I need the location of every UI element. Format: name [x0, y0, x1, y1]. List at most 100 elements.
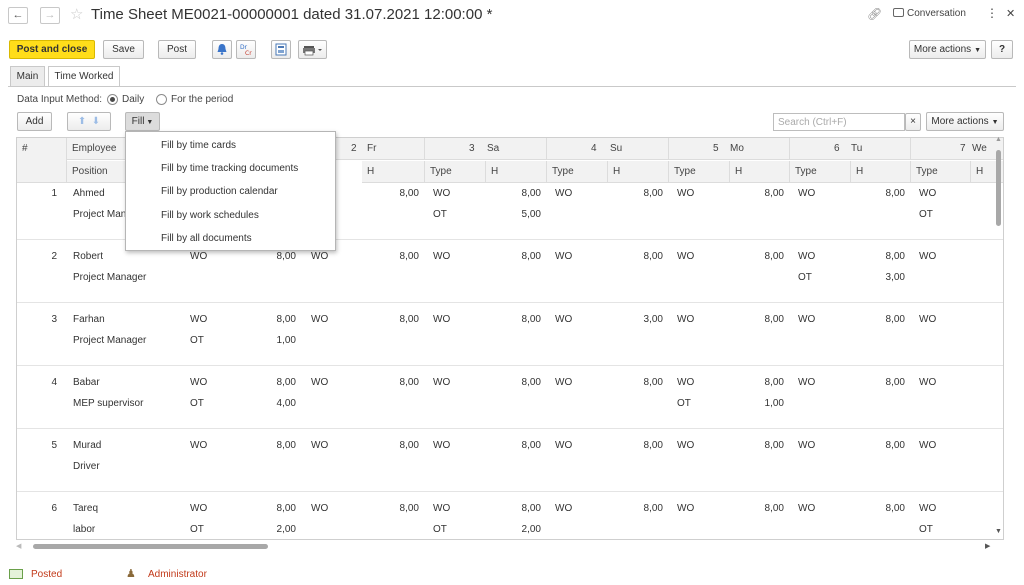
hours-cell[interactable]: 2,00 — [262, 524, 296, 535]
type-cell[interactable]: OT — [190, 335, 204, 346]
type-cell[interactable]: WO — [919, 188, 936, 199]
type-cell[interactable]: WO — [190, 503, 207, 514]
hours-cell[interactable]: 8,00 — [750, 314, 784, 325]
type-cell[interactable]: OT — [433, 524, 447, 535]
col-type-header[interactable]: Type — [547, 161, 608, 183]
type-cell[interactable]: OT — [798, 272, 812, 283]
employee-position[interactable]: MEP supervisor — [73, 398, 183, 409]
menu-item-fill-by-production-calendar[interactable]: Fill by production calendar — [161, 186, 278, 197]
type-cell[interactable]: WO — [555, 188, 572, 199]
employee-name[interactable]: Farhan — [73, 314, 125, 325]
type-cell[interactable]: WO — [798, 503, 815, 514]
type-cell[interactable]: WO — [919, 440, 936, 451]
col-type-header[interactable]: Type — [911, 161, 971, 183]
row-number[interactable]: 1 — [23, 188, 57, 199]
type-cell[interactable]: WO — [555, 251, 572, 262]
search-input[interactable]: Search (Ctrl+F) — [773, 113, 905, 131]
hours-cell[interactable]: 8,00 — [507, 440, 541, 451]
hours-cell[interactable]: 8,00 — [629, 503, 663, 514]
type-cell[interactable]: WO — [798, 314, 815, 325]
bell-button[interactable] — [212, 40, 232, 59]
menu-item-fill-by-work-schedules[interactable]: Fill by work schedules — [161, 210, 259, 221]
posted-status[interactable]: Posted — [31, 569, 62, 580]
type-cell[interactable]: WO — [798, 440, 815, 451]
menu-item-fill-by-time-tracking-documents[interactable]: Fill by time tracking documents — [161, 163, 298, 174]
hours-cell[interactable]: 8,00 — [629, 377, 663, 388]
col-h-header[interactable]: H — [730, 161, 790, 183]
type-cell[interactable]: WO — [433, 251, 450, 262]
type-cell[interactable]: OT — [433, 209, 447, 220]
hours-cell[interactable]: 8,00 — [507, 377, 541, 388]
hours-cell[interactable]: 8,00 — [385, 251, 419, 262]
close-icon[interactable]: ✕ — [1006, 7, 1015, 20]
hours-cell[interactable]: 3,00 — [629, 314, 663, 325]
type-cell[interactable]: WO — [433, 503, 450, 514]
search-clear-button[interactable]: × — [905, 113, 921, 131]
type-cell[interactable]: WO — [677, 440, 694, 451]
col-h-header[interactable]: H — [851, 161, 911, 183]
employee-name[interactable]: Murad — [73, 440, 125, 451]
hours-cell[interactable]: 8,00 — [871, 503, 905, 514]
hours-cell[interactable]: 2,00 — [507, 524, 541, 535]
type-cell[interactable]: WO — [433, 440, 450, 451]
type-cell[interactable]: WO — [677, 314, 694, 325]
col-type-header[interactable]: Type — [790, 161, 851, 183]
hours-cell[interactable]: 8,00 — [262, 377, 296, 388]
horizontal-scroll-thumb[interactable] — [33, 544, 268, 549]
radio-for-the-period-label[interactable]: For the period — [171, 94, 233, 105]
save-button[interactable]: Save — [103, 40, 144, 59]
move-down-icon[interactable]: ⬇ — [92, 116, 100, 127]
employee-position[interactable]: labor — [73, 524, 183, 535]
type-cell[interactable]: WO — [190, 440, 207, 451]
post-and-close-button[interactable]: Post and close — [9, 40, 95, 59]
vertical-scrollbar[interactable]: ▲ ▼ — [995, 136, 1002, 538]
report-button[interactable] — [271, 40, 291, 59]
hours-cell[interactable]: 8,00 — [385, 377, 419, 388]
scroll-up-icon[interactable]: ▲ — [995, 136, 1002, 143]
row-number[interactable]: 4 — [23, 377, 57, 388]
type-cell[interactable]: WO — [555, 377, 572, 388]
type-cell[interactable]: OT — [677, 398, 691, 409]
type-cell[interactable]: WO — [433, 314, 450, 325]
type-cell[interactable]: WO — [190, 314, 207, 325]
horizontal-scrollbar[interactable]: ◀ ▶ — [16, 543, 995, 551]
hours-cell[interactable]: 8,00 — [629, 188, 663, 199]
type-cell[interactable]: WO — [798, 377, 815, 388]
hours-cell[interactable]: 8,00 — [871, 377, 905, 388]
hours-cell[interactable]: 8,00 — [507, 503, 541, 514]
hours-cell[interactable]: 8,00 — [385, 314, 419, 325]
employee-position[interactable]: Project Manager — [73, 272, 183, 283]
col-day5-header[interactable]: 5 Mo — [669, 138, 790, 160]
link-icon[interactable]: 🔗︎ — [867, 7, 882, 21]
type-cell[interactable]: WO — [555, 503, 572, 514]
favorite-star-icon[interactable]: ☆ — [70, 5, 83, 23]
hours-cell[interactable]: 8,00 — [262, 314, 296, 325]
type-cell[interactable]: WO — [677, 503, 694, 514]
add-button[interactable]: Add — [17, 112, 52, 131]
type-cell[interactable]: WO — [919, 314, 936, 325]
hours-cell[interactable]: 1,00 — [750, 398, 784, 409]
menu-item-fill-by-all-documents[interactable]: Fill by all documents — [161, 233, 252, 244]
col-day7-header[interactable]: 7 We — [911, 138, 1003, 160]
hours-cell[interactable]: 3,00 — [871, 272, 905, 283]
hours-cell[interactable]: 8,00 — [507, 188, 541, 199]
radio-daily-label[interactable]: Daily — [122, 94, 144, 105]
back-button[interactable]: ← — [8, 7, 28, 24]
hours-cell[interactable]: 8,00 — [750, 188, 784, 199]
employee-name[interactable]: Tareq — [73, 503, 125, 514]
type-cell[interactable]: WO — [798, 251, 815, 262]
print-button[interactable] — [298, 40, 327, 59]
employee-name[interactable]: Babar — [73, 377, 125, 388]
row-number[interactable]: 2 — [23, 251, 57, 262]
type-cell[interactable]: WO — [190, 377, 207, 388]
hours-cell[interactable]: 8,00 — [871, 440, 905, 451]
row-number[interactable]: 6 — [23, 503, 57, 514]
employee-position[interactable]: Project Manager — [73, 335, 183, 346]
type-cell[interactable]: WO — [555, 440, 572, 451]
employee-name[interactable]: Ahmed — [73, 188, 125, 199]
hours-cell[interactable]: 8,00 — [750, 377, 784, 388]
more-menu-icon[interactable]: ⋮ — [986, 6, 998, 20]
type-cell[interactable]: WO — [919, 377, 936, 388]
col-h-header[interactable]: H — [486, 161, 547, 183]
col-type-header[interactable]: Type — [669, 161, 730, 183]
